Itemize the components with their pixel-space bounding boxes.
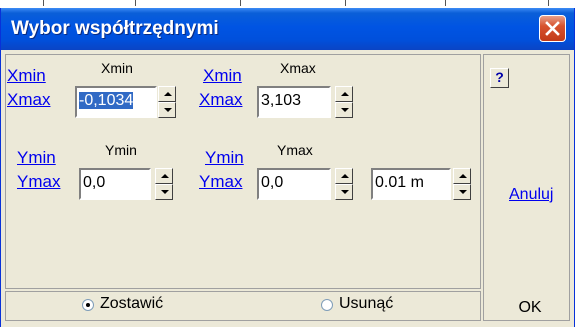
ymax-input[interactable]: 0,0	[257, 168, 331, 200]
spin-down-button[interactable]	[155, 184, 173, 200]
xmin-link[interactable]: Xmin	[7, 66, 46, 86]
spin-up-button[interactable]	[158, 86, 176, 102]
xmin-spinner[interactable]	[158, 86, 176, 118]
ymin-spinner[interactable]	[155, 168, 173, 200]
ruler-tick	[43, 0, 44, 6]
ymax-link[interactable]: Ymax	[17, 172, 60, 192]
cancel-link[interactable]: Anuluj	[509, 186, 553, 204]
spin-up-button[interactable]	[155, 168, 173, 184]
help-button[interactable]: ?	[490, 68, 509, 88]
spin-down-button[interactable]	[453, 184, 471, 200]
ruler-tick	[135, 0, 136, 6]
ok-button[interactable]: OK	[495, 296, 565, 320]
xmax-link[interactable]: Xmax	[199, 90, 242, 110]
xmax-link[interactable]: Xmax	[7, 90, 50, 110]
ruler-tick	[345, 0, 346, 6]
xmax-spinner[interactable]	[335, 86, 353, 118]
remove-radio-label[interactable]: Usunąć	[339, 295, 393, 313]
keep-radio[interactable]	[82, 299, 94, 311]
ymin-column-label: Ymin	[105, 142, 137, 158]
step-spinner[interactable]	[453, 168, 471, 200]
ymin-input[interactable]: 0,0	[79, 168, 151, 200]
options-panel	[5, 291, 481, 321]
ymax-spinner[interactable]	[335, 168, 353, 200]
ruler-tick	[240, 0, 241, 6]
ymax-column-label: Ymax	[277, 142, 313, 158]
ymin-link[interactable]: Ymin	[17, 148, 56, 168]
title-bar[interactable]: Wybor współtrzędnymi	[1, 8, 574, 50]
xmin-value: -0,1034	[79, 92, 134, 109]
close-icon	[545, 21, 560, 36]
spin-up-button[interactable]	[335, 86, 353, 102]
spin-up-button[interactable]	[453, 168, 471, 184]
close-button[interactable]	[539, 15, 566, 42]
ymin-link[interactable]: Ymin	[205, 148, 244, 168]
spin-down-button[interactable]	[335, 102, 353, 118]
spin-up-button[interactable]	[335, 168, 353, 184]
xmin-input[interactable]: -0,1034	[75, 86, 157, 118]
keep-radio-label[interactable]: Zostawić	[100, 295, 163, 313]
ymax-link[interactable]: Ymax	[199, 172, 242, 192]
xmax-column-label: Xmax	[280, 60, 316, 76]
xmin-column-label: Xmin	[101, 60, 133, 76]
spin-down-button[interactable]	[158, 102, 176, 118]
spin-down-button[interactable]	[335, 184, 353, 200]
step-input[interactable]: 0.01 m	[371, 168, 451, 200]
xmin-link[interactable]: Xmin	[203, 66, 242, 86]
dialog-body: Xmin Xmin Xmax -0,1034 Xmax Xmin Xmax 3,…	[5, 50, 570, 323]
background-strip	[0, 0, 575, 8]
dialog-title: Wybor współtrzędnymi	[11, 18, 219, 39]
ruler-tick	[445, 0, 446, 6]
xmax-input[interactable]: 3,103	[257, 86, 331, 118]
dialog-window: Wybor współtrzędnymi Xmin Xmin Xmax -0,1…	[0, 8, 575, 327]
ruler-tick	[548, 0, 549, 6]
remove-radio[interactable]	[321, 299, 333, 311]
